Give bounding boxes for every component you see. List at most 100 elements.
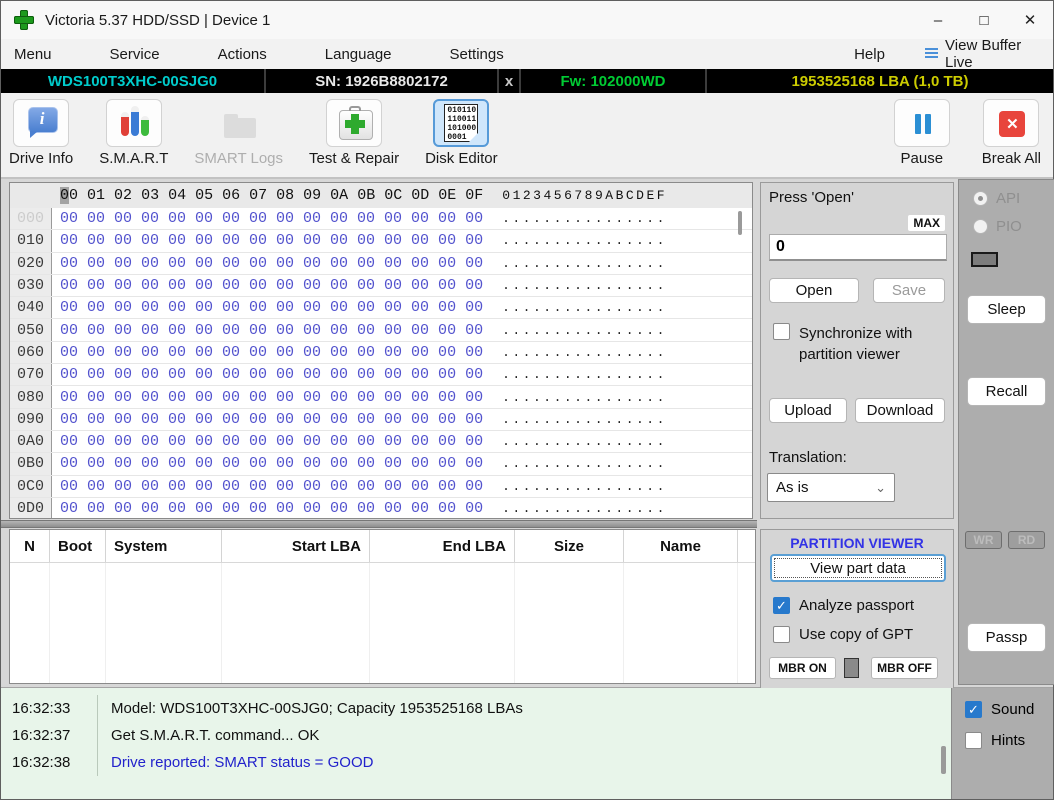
partition-col-n[interactable]: N: [10, 530, 50, 562]
partition-col-name[interactable]: Name: [624, 530, 738, 562]
partition-table[interactable]: NBootSystemStart LBAEnd LBASizeName: [9, 529, 756, 684]
view-buffer-live-button[interactable]: View Buffer Live: [925, 37, 1039, 71]
hex-editor[interactable]: 00 01 02 03 04 05 06 07 08 09 0A 0B 0C 0…: [9, 182, 753, 519]
disk-editor-button[interactable]: 0101101100111010000001Disk Editor: [425, 99, 498, 167]
device-bar-close-button[interactable]: x: [499, 69, 521, 93]
open-button[interactable]: Open: [769, 278, 859, 303]
smart-logs-button: SMART Logs: [194, 99, 283, 167]
mbr-off-button[interactable]: MBR OFF: [871, 657, 938, 679]
hex-row-ascii[interactable]: ................: [502, 323, 667, 338]
use-gpt-copy-checkbox[interactable]: [773, 626, 790, 643]
hex-row-ascii[interactable]: ................: [502, 233, 667, 248]
pio-radio-circle[interactable]: [973, 219, 988, 234]
test-repair-button[interactable]: Test & Repair: [309, 99, 399, 167]
drive-info-label: Drive Info: [9, 150, 73, 167]
api-radio-circle[interactable]: [973, 191, 988, 206]
hex-row-ascii[interactable]: ................: [502, 501, 667, 516]
rd-button[interactable]: RD: [1008, 531, 1045, 549]
hex-row-ascii[interactable]: ................: [502, 434, 667, 449]
hex-row-bytes[interactable]: 00 00 00 00 00 00 00 00 00 00 00 00 00 0…: [60, 411, 483, 428]
menu-item-settings[interactable]: Settings: [450, 46, 504, 63]
partition-col-end-lba[interactable]: End LBA: [370, 530, 515, 562]
hex-row-030[interactable]: 03000 00 00 00 00 00 00 00 00 00 00 00 0…: [10, 275, 752, 297]
s-m-a-r-t-button[interactable]: S.M.A.R.T: [99, 99, 168, 167]
hex-row-ascii[interactable]: ................: [502, 256, 667, 271]
splitter-handle[interactable]: [1, 520, 757, 528]
menu-item-menu[interactable]: Menu: [14, 46, 52, 63]
hex-row-ascii[interactable]: ................: [502, 479, 667, 494]
hex-row-bytes[interactable]: 00 00 00 00 00 00 00 00 00 00 00 00 00 0…: [60, 500, 483, 517]
download-button[interactable]: Download: [855, 398, 945, 423]
passp-button[interactable]: Passp: [967, 623, 1046, 652]
hints-checkbox[interactable]: [965, 732, 982, 749]
hex-row-bytes[interactable]: 00 00 00 00 00 00 00 00 00 00 00 00 00 0…: [60, 433, 483, 450]
maximize-button[interactable]: □: [961, 1, 1007, 39]
partition-col-boot[interactable]: Boot: [50, 530, 106, 562]
close-button[interactable]: ✕: [1007, 1, 1053, 39]
hex-row-020[interactable]: 02000 00 00 00 00 00 00 00 00 00 00 00 0…: [10, 253, 752, 275]
pause-button[interactable]: Pause: [894, 99, 950, 167]
sleep-button[interactable]: Sleep: [967, 295, 1046, 324]
hex-row-060[interactable]: 06000 00 00 00 00 00 00 00 00 00 00 00 0…: [10, 342, 752, 364]
hex-row-0D0[interactable]: 0D000 00 00 00 00 00 00 00 00 00 00 00 0…: [10, 498, 752, 519]
log-scrollbar[interactable]: [941, 746, 946, 774]
hex-scrollbar[interactable]: [738, 211, 742, 235]
hex-row-0B0[interactable]: 0B000 00 00 00 00 00 00 00 00 00 00 00 0…: [10, 453, 752, 475]
pio-radio[interactable]: PIO: [973, 218, 1022, 235]
hex-row-bytes[interactable]: 00 00 00 00 00 00 00 00 00 00 00 00 00 0…: [60, 455, 483, 472]
partition-col-start-lba[interactable]: Start LBA: [222, 530, 370, 562]
hex-row-ascii[interactable]: ................: [502, 211, 667, 226]
hex-row-bytes[interactable]: 00 00 00 00 00 00 00 00 00 00 00 00 00 0…: [60, 255, 483, 272]
hex-row-010[interactable]: 01000 00 00 00 00 00 00 00 00 00 00 00 0…: [10, 230, 752, 252]
sound-checkbox[interactable]: ✓: [965, 701, 982, 718]
hex-row-bytes[interactable]: 00 00 00 00 00 00 00 00 00 00 00 00 00 0…: [60, 299, 483, 316]
upload-button[interactable]: Upload: [769, 398, 847, 423]
hex-row-bytes[interactable]: 00 00 00 00 00 00 00 00 00 00 00 00 00 0…: [60, 389, 483, 406]
partition-col-system[interactable]: System: [106, 530, 222, 562]
hex-row-000[interactable]: 00000 00 00 00 00 00 00 00 00 00 00 00 0…: [10, 208, 752, 230]
hex-row-bytes[interactable]: 00 00 00 00 00 00 00 00 00 00 00 00 00 0…: [60, 478, 483, 495]
hex-grid[interactable]: 00000 00 00 00 00 00 00 00 00 00 00 00 0…: [10, 208, 752, 519]
hex-row-070[interactable]: 07000 00 00 00 00 00 00 00 00 00 00 00 0…: [10, 364, 752, 386]
hex-row-label: 0A0: [10, 431, 52, 452]
menu-item-help[interactable]: Help: [854, 46, 885, 63]
pio-radio-label: PIO: [996, 218, 1022, 235]
hex-row-bytes[interactable]: 00 00 00 00 00 00 00 00 00 00 00 00 00 0…: [60, 210, 483, 227]
analyze-passport-checkbox[interactable]: ✓: [773, 597, 790, 614]
break-all-button[interactable]: Break All: [982, 99, 1041, 167]
hex-row-bytes[interactable]: 00 00 00 00 00 00 00 00 00 00 00 00 00 0…: [60, 344, 483, 361]
hex-row-090[interactable]: 09000 00 00 00 00 00 00 00 00 00 00 00 0…: [10, 409, 752, 431]
mbr-on-button[interactable]: MBR ON: [769, 657, 836, 679]
hex-row-ascii[interactable]: ................: [502, 412, 667, 427]
hex-row-080[interactable]: 08000 00 00 00 00 00 00 00 00 00 00 00 0…: [10, 386, 752, 408]
menu-item-actions[interactable]: Actions: [218, 46, 267, 63]
hex-row-bytes[interactable]: 00 00 00 00 00 00 00 00 00 00 00 00 00 0…: [60, 277, 483, 294]
hex-row-040[interactable]: 04000 00 00 00 00 00 00 00 00 00 00 00 0…: [10, 297, 752, 319]
hex-row-0A0[interactable]: 0A0 00 00 00 00 00 00 00 00 00 00 00 00 0…: [10, 431, 752, 453]
menu-item-service[interactable]: Service: [110, 46, 160, 63]
hex-row-ascii[interactable]: ................: [502, 456, 667, 471]
log-message: Model: WDS100T3XHC-00SJG0; Capacity 1953…: [98, 700, 523, 717]
partition-col-size[interactable]: Size: [515, 530, 624, 562]
wr-button[interactable]: WR: [965, 531, 1002, 549]
sync-checkbox[interactable]: [773, 323, 790, 340]
hex-row-bytes[interactable]: 00 00 00 00 00 00 00 00 00 00 00 00 00 0…: [60, 322, 483, 339]
hex-row-ascii[interactable]: ................: [502, 390, 667, 405]
hex-row-0C0[interactable]: 0C000 00 00 00 00 00 00 00 00 00 00 00 0…: [10, 476, 752, 498]
hex-row-ascii[interactable]: ................: [502, 367, 667, 382]
menu-item-language[interactable]: Language: [325, 46, 392, 63]
translation-select[interactable]: As is ⌄: [767, 473, 895, 502]
hex-row-bytes[interactable]: 00 00 00 00 00 00 00 00 00 00 00 00 00 0…: [60, 232, 483, 249]
drive-info-button[interactable]: Drive Info: [9, 99, 73, 167]
hex-row-ascii[interactable]: ................: [502, 278, 667, 293]
hex-row-ascii[interactable]: ................: [502, 345, 667, 360]
recall-button[interactable]: Recall: [967, 377, 1046, 406]
view-part-data-button[interactable]: View part data: [770, 554, 946, 582]
hex-row-bytes[interactable]: 00 00 00 00 00 00 00 00 00 00 00 00 00 0…: [60, 366, 483, 383]
hex-row-ascii[interactable]: ................: [502, 300, 667, 315]
minimize-button[interactable]: –: [915, 1, 961, 39]
hex-row-050[interactable]: 05000 00 00 00 00 00 00 00 00 00 00 00 0…: [10, 319, 752, 341]
save-button[interactable]: Save: [873, 278, 945, 303]
lba-input[interactable]: [769, 234, 947, 261]
api-radio[interactable]: API: [973, 190, 1020, 207]
